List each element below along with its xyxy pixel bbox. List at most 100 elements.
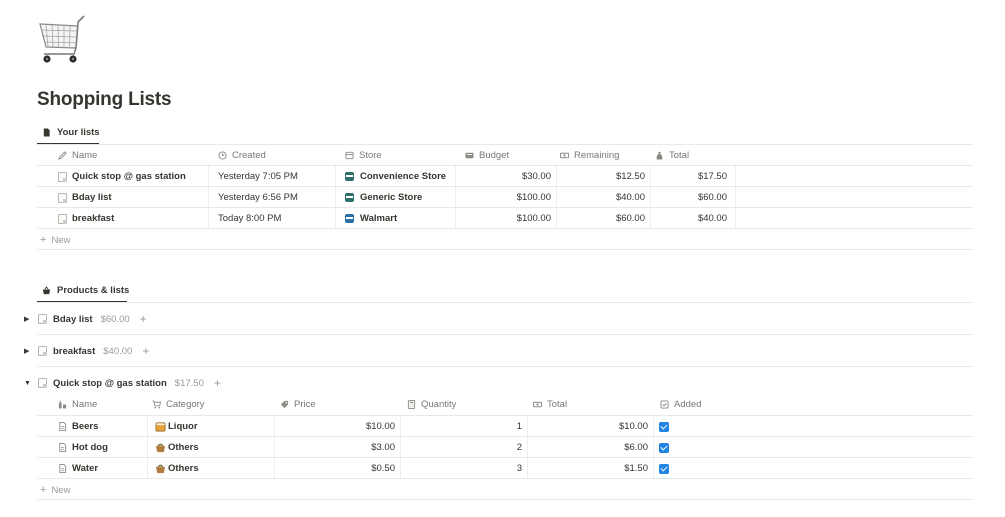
page-icon bbox=[38, 346, 47, 356]
tag-icon bbox=[280, 400, 289, 409]
column-header-quantity[interactable]: Quantity bbox=[407, 394, 456, 415]
divider bbox=[37, 249, 973, 250]
caret-down-icon[interactable]: ▼ bbox=[24, 380, 32, 387]
caret-right-icon[interactable]: ▶ bbox=[24, 315, 32, 323]
new-row-button[interactable]: + New bbox=[40, 231, 70, 249]
divider bbox=[37, 499, 973, 500]
document-icon bbox=[43, 127, 50, 137]
document-icon bbox=[59, 464, 67, 473]
page-icon bbox=[38, 378, 47, 388]
column-header-category[interactable]: Category bbox=[152, 394, 205, 415]
row-total: $40.00 bbox=[697, 213, 727, 224]
product-category: Others bbox=[168, 442, 199, 453]
add-item-button[interactable]: + bbox=[214, 376, 221, 390]
divider bbox=[37, 334, 973, 335]
store-tag-icon bbox=[345, 172, 354, 181]
product-name[interactable]: Beers bbox=[72, 421, 98, 432]
table-row[interactable]: Hot dog Others $3.00 2 $6.00 bbox=[38, 437, 973, 458]
row-name[interactable]: Bday list bbox=[72, 192, 112, 203]
tab-products-lists[interactable]: Products & lists bbox=[38, 279, 133, 301]
product-total: $10.00 bbox=[618, 421, 648, 432]
tab-label: Products & lists bbox=[57, 284, 130, 296]
page-icon bbox=[58, 192, 67, 203]
group-header-bday-list[interactable]: ▶ Bday list $60.00 + bbox=[24, 309, 147, 329]
added-checkbox[interactable] bbox=[659, 421, 669, 432]
divider bbox=[37, 228, 973, 229]
basket-icon bbox=[155, 443, 166, 453]
column-header-total[interactable]: Total bbox=[533, 394, 567, 415]
checkbox-icon bbox=[660, 400, 669, 409]
caret-right-icon[interactable]: ▶ bbox=[24, 347, 32, 355]
add-item-button[interactable]: + bbox=[140, 312, 147, 326]
added-checkbox[interactable] bbox=[659, 463, 669, 474]
page-icon bbox=[58, 171, 67, 182]
row-created: Today 8:00 PM bbox=[218, 213, 282, 224]
clock-icon bbox=[218, 151, 227, 160]
table-row[interactable]: Quick stop @ gas station Yesterday 7:05 … bbox=[38, 166, 973, 187]
new-row-button[interactable]: + New bbox=[40, 481, 70, 499]
row-name[interactable]: Quick stop @ gas station bbox=[72, 171, 186, 182]
row-created: Yesterday 6:56 PM bbox=[218, 192, 298, 203]
product-total: $6.00 bbox=[624, 442, 648, 453]
row-total: $60.00 bbox=[697, 192, 727, 203]
row-store[interactable]: Walmart bbox=[360, 213, 397, 224]
column-header-remaining[interactable]: Remaining bbox=[560, 145, 619, 166]
column-header-created[interactable]: Created bbox=[218, 145, 266, 166]
basket-icon bbox=[155, 464, 166, 474]
wallet-icon bbox=[465, 152, 474, 159]
table-row[interactable]: Beers Liquor $10.00 1 $10.00 bbox=[38, 416, 973, 437]
add-item-button[interactable]: + bbox=[142, 344, 149, 358]
product-price: $10.00 bbox=[365, 421, 395, 432]
product-name[interactable]: Water bbox=[72, 463, 98, 474]
row-remaining: $12.50 bbox=[615, 171, 645, 182]
row-created: Yesterday 7:05 PM bbox=[218, 171, 298, 182]
shopping-cart-icon bbox=[39, 15, 85, 63]
product-quantity: 3 bbox=[516, 463, 522, 474]
row-budget: $30.00 bbox=[521, 171, 551, 182]
divider bbox=[37, 302, 973, 303]
page-icon bbox=[38, 314, 47, 324]
added-checkbox[interactable] bbox=[659, 442, 669, 453]
product-category: Others bbox=[168, 463, 199, 474]
cart-icon bbox=[152, 400, 161, 409]
group-header-breakfast[interactable]: ▶ breakfast $40.00 + bbox=[24, 341, 149, 361]
column-header-total[interactable]: Total bbox=[655, 145, 689, 166]
column-header-added[interactable]: Added bbox=[660, 394, 701, 415]
table-row[interactable]: Water Others $0.50 3 $1.50 bbox=[38, 458, 973, 479]
basket-icon bbox=[42, 285, 51, 294]
cash-icon bbox=[560, 152, 569, 159]
row-total: $17.50 bbox=[697, 171, 727, 182]
document-icon bbox=[59, 422, 67, 431]
product-quantity: 2 bbox=[516, 442, 522, 453]
product-quantity: 1 bbox=[516, 421, 522, 432]
row-budget: $100.00 bbox=[516, 213, 551, 224]
column-header-store[interactable]: Store bbox=[345, 145, 382, 166]
table-row[interactable]: breakfast Today 8:00 PM Walmart $100.00 … bbox=[38, 208, 973, 229]
product-name[interactable]: Hot dog bbox=[72, 442, 108, 453]
row-remaining: $60.00 bbox=[615, 213, 645, 224]
pencil-icon bbox=[58, 151, 67, 160]
money-bag-icon bbox=[656, 151, 663, 160]
row-name[interactable]: breakfast bbox=[72, 213, 114, 224]
store-icon bbox=[345, 151, 354, 160]
product-price: $3.00 bbox=[371, 442, 395, 453]
page-icon bbox=[58, 213, 67, 224]
product-total: $1.50 bbox=[624, 463, 648, 474]
column-header-price[interactable]: Price bbox=[280, 394, 316, 415]
calculator-icon bbox=[407, 400, 416, 409]
tab-your-lists[interactable]: Your lists bbox=[38, 121, 104, 143]
product-category: Liquor bbox=[168, 421, 198, 432]
group-header-quick-stop[interactable]: ▼ Quick stop @ gas station $17.50 + bbox=[24, 373, 221, 393]
cash-icon bbox=[533, 401, 542, 408]
divider bbox=[37, 478, 973, 479]
bottles-icon bbox=[58, 400, 67, 409]
column-header-name[interactable]: Name bbox=[58, 145, 97, 166]
column-header-name[interactable]: Name bbox=[58, 394, 97, 415]
row-budget: $100.00 bbox=[516, 192, 551, 203]
store-tag-icon bbox=[345, 214, 354, 223]
row-store[interactable]: Generic Store bbox=[360, 192, 422, 203]
table-row[interactable]: Bday list Yesterday 6:56 PM Generic Stor… bbox=[38, 187, 973, 208]
column-header-budget[interactable]: Budget bbox=[465, 145, 509, 166]
row-store[interactable]: Convenience Store bbox=[360, 171, 446, 182]
liquor-icon bbox=[155, 422, 166, 432]
